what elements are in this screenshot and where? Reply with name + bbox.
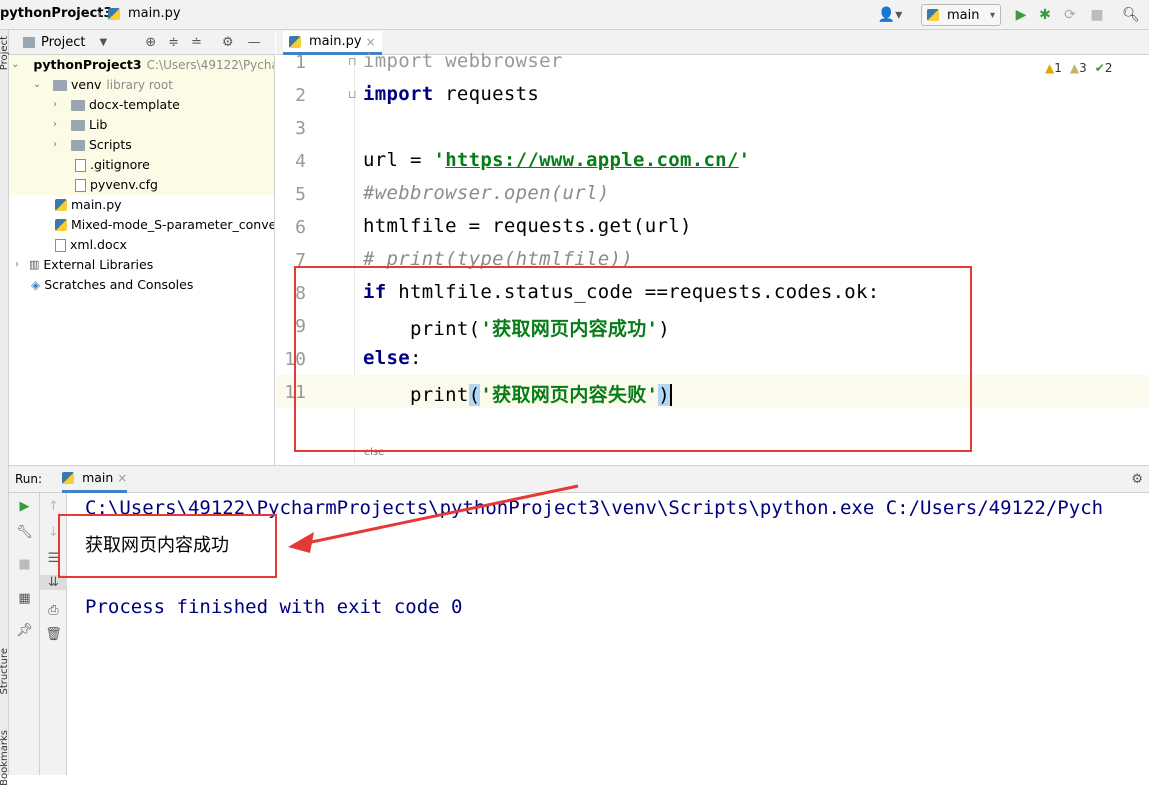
- tree-root[interactable]: ⌄ pythonProject3 C:\Users\49122\Pycha: [9, 55, 274, 75]
- file-icon: [75, 158, 86, 172]
- code-line: htmlfile = requests.get(url): [363, 215, 692, 237]
- rerun-icon[interactable]: ▶: [9, 499, 40, 514]
- tree-item[interactable]: › Scripts: [9, 135, 274, 155]
- up-arrow-icon[interactable]: ↑: [40, 499, 67, 514]
- library-icon: ▥: [29, 258, 40, 271]
- chevron-right-icon: ›: [53, 119, 57, 130]
- line-number: 1: [295, 52, 306, 73]
- tree-venv[interactable]: ⌄ venv library root: [9, 75, 274, 95]
- breadcrumb-project[interactable]: pythonProject3: [0, 6, 113, 21]
- fold-marker-icon[interactable]: ⊓: [348, 55, 357, 68]
- warning-count: ▲1: [1045, 61, 1062, 75]
- annotation-box: [58, 514, 277, 578]
- print-icon[interactable]: ⎙: [40, 603, 67, 618]
- line-number: 2: [295, 85, 306, 106]
- debug-icon[interactable]: ✱: [1036, 5, 1054, 25]
- close-icon[interactable]: ×: [117, 471, 127, 485]
- trash-icon[interactable]: 🗑︎: [40, 627, 67, 642]
- python-file-icon: [55, 199, 67, 211]
- chevron-down-icon: ▾: [989, 9, 995, 21]
- chevron-down-icon: ⌄: [32, 79, 42, 90]
- chevron-down-icon[interactable]: ▼: [99, 37, 107, 48]
- line-number: 3: [295, 118, 306, 139]
- tree-item[interactable]: main.py: [55, 195, 122, 215]
- scratch-icon: ◈: [31, 278, 41, 292]
- search-icon[interactable]: 🔍︎: [1122, 5, 1140, 25]
- pin-icon[interactable]: 📌︎: [9, 623, 40, 638]
- layout-icon[interactable]: ▦: [9, 591, 40, 606]
- tree-item[interactable]: pyvenv.cfg: [9, 175, 274, 195]
- tree-item[interactable]: .gitignore: [9, 155, 274, 175]
- file-icon: [55, 238, 66, 252]
- python-file-icon: [108, 7, 120, 20]
- minimize-icon[interactable]: —: [248, 35, 261, 50]
- expand-all-icon[interactable]: ≑: [168, 35, 179, 50]
- line-number: 5: [295, 184, 306, 205]
- stop-icon[interactable]: ■: [9, 557, 40, 572]
- code-line: url = 'https://www.apple.com.cn/': [363, 149, 751, 171]
- tree-item[interactable]: › docx-template: [9, 95, 274, 115]
- arrow-head: [288, 532, 314, 553]
- tree-item[interactable]: Mixed-mode_S-parameter_conversi: [55, 215, 274, 235]
- run-config-select[interactable]: main ▾: [921, 4, 1001, 26]
- annotation-arrow: [288, 484, 579, 553]
- coverage-icon[interactable]: ⟳: [1061, 5, 1079, 25]
- check-icon: ✔: [1094, 61, 1105, 75]
- python-icon: [62, 471, 75, 484]
- code-line: import requests: [363, 83, 540, 105]
- weak-warning-count: ▲3: [1069, 61, 1087, 75]
- fold-marker-icon[interactable]: ⊔: [348, 88, 357, 101]
- folder-icon: [71, 99, 85, 111]
- line-number: 6: [295, 217, 306, 238]
- gear-icon[interactable]: ⚙: [1131, 472, 1143, 487]
- typo-count: ✔2: [1094, 61, 1113, 75]
- console-exit-message: Process finished with exit code 0: [85, 596, 463, 618]
- folder-icon: [71, 139, 85, 151]
- run-icon[interactable]: ▶: [1012, 5, 1030, 25]
- url-link[interactable]: https://www.apple.com.cn/: [445, 149, 738, 171]
- folder-icon: [23, 36, 35, 48]
- tree-scratches[interactable]: ◈ Scratches and Consoles: [31, 275, 193, 295]
- close-icon[interactable]: ×: [366, 35, 376, 49]
- breadcrumb-file[interactable]: main.py: [108, 6, 181, 21]
- inspection-widget[interactable]: ▲1 ▲3 ✔2: [1045, 61, 1112, 75]
- folder-icon: [53, 79, 67, 91]
- collapse-all-icon[interactable]: ≐: [191, 35, 202, 50]
- stop-icon[interactable]: ■: [1088, 5, 1106, 25]
- user-icon[interactable]: 👤▾: [876, 5, 904, 25]
- arrow-shaft: [301, 484, 579, 546]
- python-file-icon: [289, 35, 301, 48]
- gear-icon[interactable]: ⚙: [222, 35, 234, 50]
- chevron-right-icon: ›: [53, 139, 57, 150]
- run-tab-main[interactable]: main ×: [62, 466, 128, 493]
- run-label: Run:: [15, 472, 43, 486]
- weak-warning-icon: ▲: [1069, 61, 1080, 75]
- code-comment: #webbrowser.open(url): [363, 182, 610, 204]
- folder-icon: [71, 119, 85, 131]
- chevron-down-icon: ⌄: [11, 59, 20, 70]
- wrench-icon[interactable]: 🔧︎: [9, 525, 40, 540]
- file-icon: [75, 178, 86, 192]
- run-toolbar-left: ▶ 🔧︎ ■ ▦ 📌︎: [9, 493, 40, 775]
- breadcrumb-separator: ›: [97, 7, 102, 21]
- project-view-title[interactable]: Project: [41, 35, 85, 50]
- annotation-box: [294, 266, 972, 452]
- chevron-right-icon: ›: [53, 99, 57, 110]
- tree-item[interactable]: › Lib: [9, 115, 274, 135]
- python-icon: [927, 9, 939, 21]
- code-line: import webbrowser: [363, 50, 563, 72]
- project-tree: ⌄ pythonProject3 C:\Users\49122\Pycha ⌄ …: [9, 55, 275, 465]
- locate-icon[interactable]: ⊕: [145, 35, 156, 50]
- warning-icon: ▲: [1045, 61, 1055, 75]
- project-panel-header: Project ▼ ⊕ ≑ ≐ ⚙ —: [9, 30, 275, 55]
- tree-item[interactable]: xml.docx: [55, 235, 127, 255]
- tree-external-libraries[interactable]: › ▥ External Libraries: [11, 255, 153, 275]
- python-file-icon: [55, 219, 67, 231]
- chevron-right-icon: ›: [15, 259, 19, 270]
- line-number: 4: [295, 151, 306, 172]
